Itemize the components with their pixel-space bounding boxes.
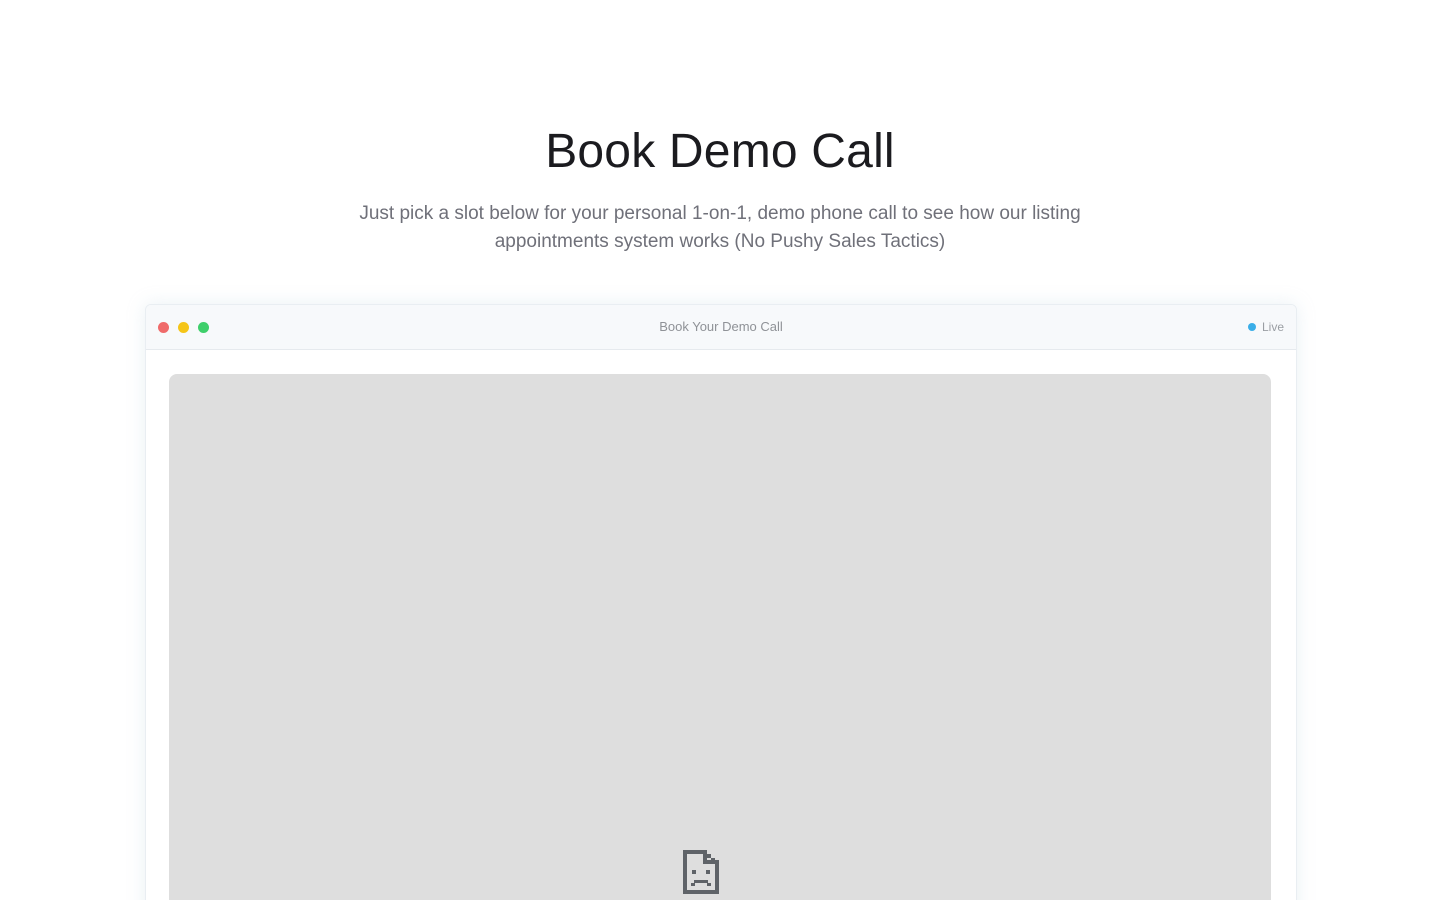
booking-window: Book Your Demo Call Live xyxy=(145,304,1297,900)
broken-page-icon xyxy=(683,850,719,894)
window-title: Book Your Demo Call xyxy=(659,319,783,334)
page-subtitle: Just pick a slot below for your personal… xyxy=(359,203,1081,252)
live-status-label: Live xyxy=(1261,320,1284,334)
window-titlebar: Book Your Demo Call Live xyxy=(146,305,1296,350)
live-status: Live xyxy=(1247,305,1284,349)
live-dot-icon xyxy=(1247,323,1256,331)
booking-page: Book Demo Call Just pick a slot below fo… xyxy=(0,0,1440,900)
page-title: Book Demo Call xyxy=(545,125,895,178)
booking-embed-frame[interactable] xyxy=(169,374,1271,900)
